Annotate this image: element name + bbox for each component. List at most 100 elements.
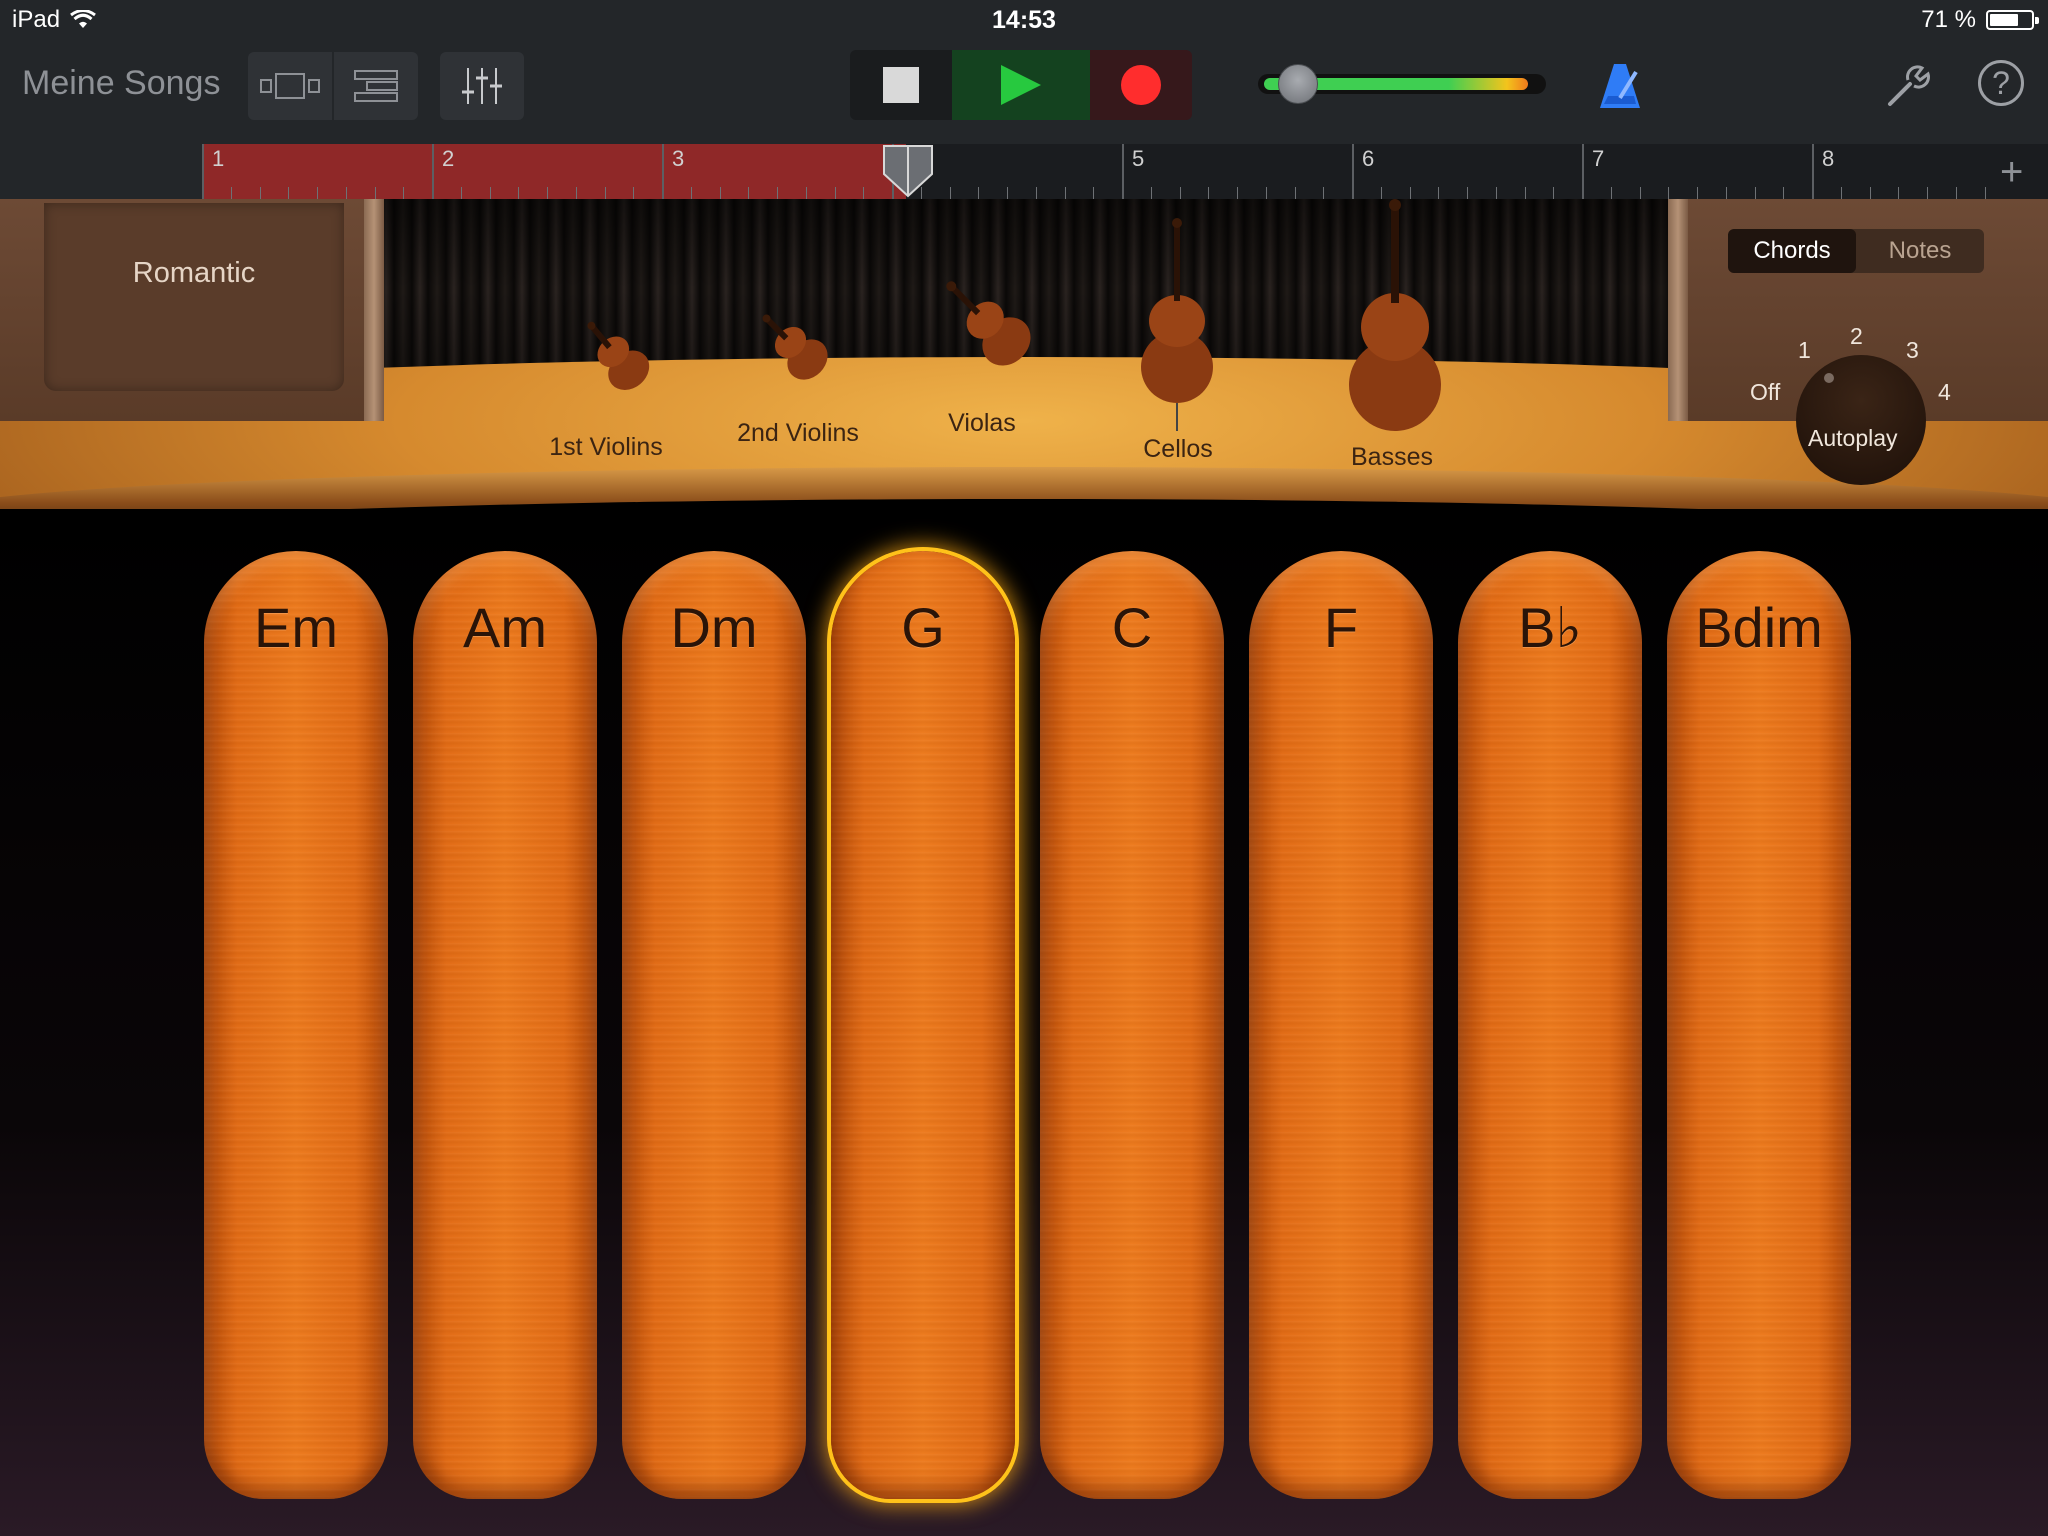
ruler-tick <box>1610 187 1612 199</box>
chord-strip-em[interactable]: Em <box>204 551 388 1499</box>
ruler-tick <box>690 187 692 199</box>
chord-label: Em <box>254 596 338 659</box>
chord-label: B♭ <box>1518 596 1582 659</box>
mixer-button[interactable] <box>440 52 524 120</box>
pillar <box>364 199 384 421</box>
status-bar: iPad 14:53 71 % <box>0 0 2048 40</box>
ruler-tick <box>547 187 548 199</box>
stop-button[interactable] <box>850 50 952 120</box>
wifi-icon <box>70 10 96 28</box>
ruler-tick <box>863 187 865 199</box>
instrument-label-basses[interactable]: Basses <box>1292 443 1492 472</box>
ruler-tick <box>489 187 491 199</box>
autoplay-1[interactable]: 1 <box>1798 337 1811 364</box>
ruler-tick <box>1840 187 1842 199</box>
mixer-group <box>440 52 524 120</box>
chord-strip-am[interactable]: Am <box>413 551 597 1499</box>
instrument-label-2nd-violins[interactable]: 2nd Violins <box>698 419 898 448</box>
ruler-tick <box>1237 187 1238 199</box>
cello-icon[interactable] <box>1134 217 1220 437</box>
status-right: 71 % <box>1921 6 2039 34</box>
ruler-tick <box>1467 187 1468 199</box>
ruler-bar-number: 3 <box>672 146 685 171</box>
ruler-tick <box>1955 187 1957 199</box>
autoplay-4[interactable]: 4 <box>1938 379 1951 406</box>
ruler-tick <box>604 187 606 199</box>
chord-strip-b-flat[interactable]: B♭ <box>1458 551 1642 1499</box>
violin-2-icon[interactable] <box>744 301 854 401</box>
ruler-header <box>0 144 202 199</box>
metronome-button[interactable] <box>1598 62 1642 115</box>
battery-icon <box>1986 10 2039 30</box>
ruler-tick <box>1984 187 1986 199</box>
ruler-tick <box>460 187 462 199</box>
instrument-label-violas[interactable]: Violas <box>882 409 1082 438</box>
autoplay-2[interactable]: 2 <box>1850 323 1863 350</box>
double-bass-icon[interactable] <box>1340 199 1450 439</box>
chord-strip-g[interactable]: G <box>831 551 1015 1499</box>
ruler-bar-number: 8 <box>1822 146 1835 171</box>
notes-tab[interactable]: Notes <box>1856 229 1984 273</box>
help-button[interactable]: ? <box>1978 60 2024 106</box>
style-selector[interactable]: Romantic <box>44 203 344 391</box>
ruler-tick <box>834 187 836 199</box>
ruler-tick <box>1064 187 1066 199</box>
ruler-tick <box>719 187 721 199</box>
ruler-tick <box>1725 187 1727 199</box>
chord-label: C <box>1111 596 1153 659</box>
chord-label: Bdim <box>1695 596 1823 659</box>
add-section-button[interactable]: + <box>2000 150 2023 195</box>
ruler-tick <box>1035 187 1037 199</box>
chord-strip-dm[interactable]: Dm <box>622 551 806 1499</box>
tracks-view-button[interactable] <box>332 52 418 120</box>
ruler-tick <box>259 187 261 199</box>
ruler-bar-number: 1 <box>212 146 225 171</box>
autoplay-off[interactable]: Off <box>1750 379 1780 406</box>
my-songs-button[interactable]: Meine Songs <box>22 64 220 103</box>
timeline-ruler[interactable]: 12345678 + <box>0 144 2048 199</box>
ruler-tick <box>978 187 980 199</box>
ruler-tick <box>1754 187 1756 199</box>
chord-strip-c[interactable]: C <box>1040 551 1224 1499</box>
ruler-tick <box>1150 187 1152 199</box>
style-name: Romantic <box>132 257 256 289</box>
record-button[interactable] <box>1090 50 1192 120</box>
instrument-label-cellos[interactable]: Cellos <box>1078 435 1278 464</box>
ruler-tick <box>317 187 318 199</box>
recording-region[interactable] <box>202 144 906 199</box>
play-button[interactable] <box>952 50 1090 120</box>
ruler-tick <box>575 187 577 199</box>
play-icon <box>1001 65 1041 105</box>
wrench-icon <box>1888 65 1930 106</box>
tracks-view-icon <box>354 70 398 102</box>
ruler-tick <box>1294 187 1296 199</box>
instrument-label-1st-violins[interactable]: 1st Violins <box>506 433 706 462</box>
chord-strip-f[interactable]: F <box>1249 551 1433 1499</box>
chord-strip-bdim[interactable]: Bdim <box>1667 551 1851 1499</box>
browser-view-button[interactable] <box>248 52 332 120</box>
chords-tab[interactable]: Chords <box>1728 229 1856 273</box>
ruler-bar-number: 7 <box>1592 146 1605 171</box>
chord-label: Dm <box>670 596 758 659</box>
ruler-bar-number: 2 <box>442 146 455 171</box>
chord-strips-area: Em Am Dm G C F B♭ Bdim <box>0 509 2048 1536</box>
violin-1-icon[interactable] <box>566 311 676 411</box>
ruler-bar-number: 6 <box>1362 146 1375 171</box>
autoplay-knob[interactable] <box>1796 355 1926 485</box>
viola-icon[interactable] <box>928 263 1058 393</box>
ruler-bar-line <box>202 144 204 199</box>
settings-button[interactable] <box>1884 64 1930 115</box>
autoplay-knob-indicator <box>1824 373 1834 383</box>
ruler-tick <box>1898 187 1900 199</box>
playhead-marker[interactable] <box>882 144 934 199</box>
ruler-tick <box>1553 187 1555 199</box>
ruler-tick <box>1007 187 1008 199</box>
ruler-tick <box>518 187 520 199</box>
ruler-tick <box>1179 187 1181 199</box>
autoplay-3[interactable]: 3 <box>1906 337 1919 364</box>
ruler-tick <box>1697 187 1698 199</box>
master-volume-slider-handle[interactable] <box>1278 64 1319 104</box>
chord-label: Am <box>463 596 547 659</box>
status-left: iPad <box>12 6 96 34</box>
ruler-tick <box>1409 187 1411 199</box>
